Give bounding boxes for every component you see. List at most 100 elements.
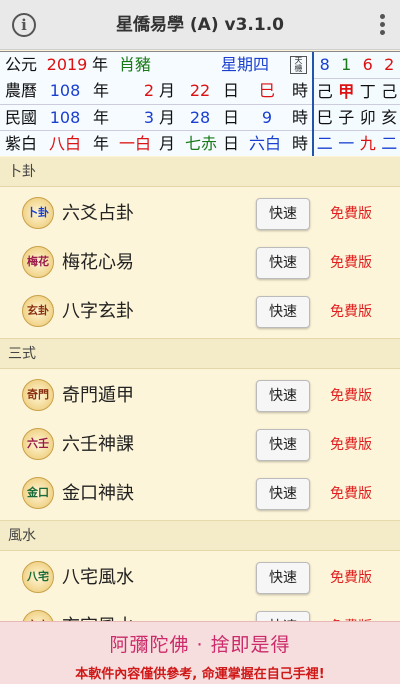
free-version-link[interactable]: 免費版: [330, 236, 372, 290]
bazi-stars: 二 一 九 二: [314, 130, 400, 156]
bazi-cell: 8: [319, 55, 330, 74]
lunar-year-unit: 年: [92, 81, 109, 100]
free-version-link[interactable]: 免費版: [330, 187, 372, 241]
bazi-cell: 二: [316, 134, 333, 153]
stars-day: 七赤: [184, 134, 217, 153]
section-header-divination: 卜卦: [0, 157, 400, 187]
jinkou-icon: 金口: [22, 477, 54, 509]
minguo-row: 民國 108 年 3 月 28 日 9 時: [0, 104, 312, 130]
item-name: 金口神訣: [62, 483, 134, 504]
free-version-link[interactable]: 免費版: [330, 285, 372, 339]
lunar-month: 2: [143, 81, 155, 100]
list-item[interactable]: 金口 金口神訣 快速 免費版: [0, 467, 400, 521]
bazi-cell: 卯: [359, 108, 376, 127]
lunar-year: 108: [49, 81, 81, 100]
heaven-stamp-icon[interactable]: 天機: [290, 56, 307, 74]
minguo-hour: 9: [261, 108, 273, 127]
bazi-cell: 1: [341, 55, 352, 74]
gregorian-year: 2019: [46, 55, 88, 74]
list-item[interactable]: 卜卦 六爻占卦 快速 免費版: [0, 187, 400, 241]
disclaimer-text: 本軟件內容僅供參考, 命運掌握在自己手裡!: [75, 667, 325, 682]
bazi-cell: 亥: [381, 108, 398, 127]
app-title: 星僑易學 (A) v3.1.0: [115, 15, 285, 35]
free-version-link[interactable]: 免費版: [330, 369, 372, 423]
quick-button[interactable]: 快速: [256, 296, 310, 328]
quick-button[interactable]: 快速: [256, 247, 310, 279]
xuangua-icon: 玄卦: [22, 295, 54, 327]
lunar-day: 22: [189, 81, 211, 100]
bazi-cell: 九: [359, 134, 376, 153]
minguo-month: 3: [143, 108, 155, 127]
bazi-numbers: 8 1 6 2: [314, 52, 400, 78]
minguo-month-unit: 月: [158, 108, 175, 127]
bazi-panel[interactable]: 8 1 6 2 己 甲 丁 己 巳 子 卯 亥 二 一 九 二: [312, 52, 400, 156]
stars-year: 八白: [48, 134, 81, 153]
section-header-three-styles: 三式: [0, 339, 400, 369]
quick-button[interactable]: 快速: [256, 198, 310, 230]
free-version-link[interactable]: 免費版: [330, 418, 372, 472]
list-item[interactable]: 梅花 梅花心易 快速 免費版: [0, 236, 400, 290]
bazi-cell: 巳: [316, 108, 333, 127]
zodiac: 肖豬: [118, 55, 151, 74]
bazi-cell: 己: [316, 82, 333, 101]
calendar-dates: 公元 2019 年 肖豬 星期四 天機 農曆 108 年 2 月 22 日 巳 …: [0, 52, 312, 156]
bazi-cell: 丁: [359, 82, 376, 101]
item-name: 八宅風水: [62, 567, 134, 588]
item-name: 六爻占卦: [62, 203, 134, 224]
list-item[interactable]: 玄卦 八字玄卦 快速 免費版: [0, 285, 400, 339]
qimen-icon: 奇門: [22, 379, 54, 411]
bazi-cell: 一: [338, 134, 355, 153]
plum-blossom-icon: 梅花: [22, 246, 54, 278]
lunar-month-unit: 月: [158, 81, 175, 100]
list-item[interactable]: 六壬 六壬神課 快速 免費版: [0, 418, 400, 472]
liuyao-icon: 卜卦: [22, 197, 54, 229]
item-name: 奇門遁甲: [62, 385, 134, 406]
list-item[interactable]: 八宅 八宅風水 快速 免費版: [0, 551, 400, 605]
stars-hour: 六白: [248, 134, 281, 153]
minguo-hour-unit: 時: [291, 108, 308, 127]
quick-button[interactable]: 快速: [256, 478, 310, 510]
bazi-cell: 6: [362, 55, 373, 74]
item-name: 梅花心易: [62, 252, 134, 273]
lunar-hour-unit: 時: [291, 81, 308, 100]
minguo-year-unit: 年: [92, 108, 109, 127]
stars-month-unit: 月: [158, 134, 175, 153]
lunar-hour: 巳: [258, 81, 275, 100]
gregorian-row: 公元 2019 年 肖豬 星期四: [0, 52, 312, 78]
footer-banner: 阿彌陀佛 · 捨即是得 本軟件內容僅供參考, 命運掌握在自己手裡!: [0, 621, 400, 684]
motto-text: 阿彌陀佛 · 捨即是得: [109, 634, 291, 656]
bazi-cell: 二: [381, 134, 398, 153]
free-version-link[interactable]: 免費版: [330, 467, 372, 521]
calendar-panel: 公元 2019 年 肖豬 星期四 天機 農曆 108 年 2 月 22 日 巳 …: [0, 51, 400, 156]
stars-year-unit: 年: [92, 134, 109, 153]
minguo-year: 108: [49, 108, 81, 127]
lunar-row: 農曆 108 年 2 月 22 日 巳 時: [0, 78, 312, 104]
lunar-day-unit: 日: [222, 81, 239, 100]
item-name: 八字玄卦: [62, 301, 134, 322]
quick-button[interactable]: 快速: [256, 562, 310, 594]
minguo-label: 民國: [4, 108, 37, 127]
more-vert-icon[interactable]: [378, 14, 386, 38]
stars-hour-unit: 時: [291, 134, 308, 153]
quick-button[interactable]: 快速: [256, 380, 310, 412]
bazi-stems: 己 甲 丁 己: [314, 78, 400, 104]
stars-day-unit: 日: [222, 134, 239, 153]
bazi-cell: 子: [338, 108, 355, 127]
stars-month: 一白: [118, 134, 151, 153]
quick-button[interactable]: 快速: [256, 429, 310, 461]
app-bar: i 星僑易學 (A) v3.1.0: [0, 0, 400, 50]
purple-white-row: 紫白 八白 年 一白 月 七赤 日 六白 時: [0, 130, 312, 156]
minguo-day-unit: 日: [222, 108, 239, 127]
list-item[interactable]: 奇門 奇門遁甲 快速 免費版: [0, 369, 400, 423]
bazi-cell: 2: [384, 55, 395, 74]
bazhai-icon: 八宅: [22, 561, 54, 593]
section-header-fengshui: 風水: [0, 521, 400, 551]
bazi-branches: 巳 子 卯 亥: [314, 104, 400, 130]
free-version-link[interactable]: 免費版: [330, 551, 372, 605]
liuren-icon: 六壬: [22, 428, 54, 460]
gregorian-year-unit: 年: [91, 55, 108, 74]
bazi-cell: 己: [381, 82, 398, 101]
weekday: 星期四: [220, 55, 269, 74]
lunar-label: 農曆: [4, 81, 37, 100]
item-name: 六壬神課: [62, 434, 134, 455]
